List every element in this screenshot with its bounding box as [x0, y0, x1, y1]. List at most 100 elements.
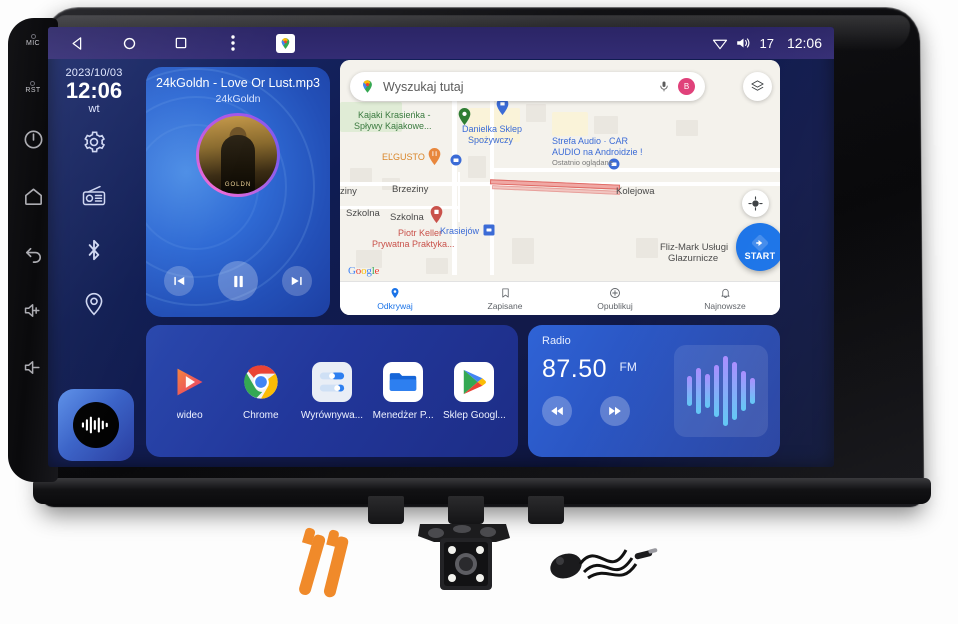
map-layers-button[interactable]: [743, 72, 772, 101]
wifi-icon: [713, 39, 728, 49]
reset-button-label: RST: [25, 87, 41, 94]
settings-icon[interactable]: [81, 129, 107, 155]
app-label: Wyrównywa...: [300, 409, 364, 421]
external-microphone: [540, 520, 660, 596]
map-search-bar[interactable]: Wyszukaj tutaj B: [350, 72, 705, 101]
chrome-icon: [241, 362, 281, 402]
map-pin-pharmacy[interactable]: [430, 206, 443, 223]
app-wyrownywanie[interactable]: Wyrównywa...: [300, 361, 364, 421]
maps-icon[interactable]: [276, 33, 295, 53]
radio-equalizer: [674, 345, 768, 437]
map-pin-restaurant[interactable]: [428, 148, 441, 165]
voice-assistant-icon[interactable]: [73, 402, 119, 448]
power-icon: [24, 130, 42, 149]
app-chrome[interactable]: Chrome: [229, 362, 293, 421]
map-nav-label: Odkrywaj: [377, 300, 413, 311]
map-label: Kajaki Krasieńka -: [358, 110, 431, 120]
power-button[interactable]: [22, 128, 45, 151]
app-sklep-google-play[interactable]: Sklep Googl...: [442, 361, 506, 421]
app-wideo[interactable]: wideo: [158, 362, 222, 421]
bookmark-icon: [501, 287, 509, 298]
track-artist: 24kGoldn: [215, 93, 261, 105]
home-icon[interactable]: [120, 34, 138, 52]
rewind-icon: [551, 406, 563, 416]
mic-hole-icon: [30, 34, 36, 39]
equalizer-settings-icon: [311, 361, 352, 402]
home-icon: [24, 188, 42, 205]
map-station-marker[interactable]: [483, 224, 495, 236]
map-nav-label: Opublikuj: [597, 300, 633, 311]
map-nav-odkrywaj[interactable]: Odkrywaj: [340, 287, 450, 311]
radio-icon[interactable]: [81, 183, 107, 209]
app-label: Chrome: [242, 409, 279, 421]
map-label: Szkolna: [346, 208, 380, 219]
layers-icon: [751, 80, 764, 91]
volume-up-button[interactable]: [22, 299, 45, 322]
dock-clock[interactable]: 2023/10/03 12:06 wt: [65, 67, 122, 115]
map-shop-marker[interactable]: [450, 154, 462, 166]
map-label: Glazurnicze: [668, 253, 719, 264]
album-art: GOLDN: [196, 113, 280, 197]
location-icon[interactable]: [81, 291, 107, 317]
recents-icon[interactable]: [172, 34, 190, 52]
map-label: Brzeziny: [392, 184, 429, 195]
home-button[interactable]: [22, 185, 45, 208]
avatar[interactable]: B: [678, 78, 695, 95]
app-menedzer-plikow[interactable]: Menedżer P...: [371, 361, 435, 421]
bluetooth-icon[interactable]: [81, 237, 107, 263]
map-pin-green[interactable]: [458, 108, 471, 125]
back-button[interactable]: [22, 242, 45, 265]
map-label: Strefa Audio · CAR: [552, 136, 629, 146]
voice-assistant-panel[interactable]: [58, 389, 134, 461]
my-location-button[interactable]: [742, 190, 769, 217]
map-nav-opublikuj[interactable]: Opublikuj: [560, 287, 670, 311]
reset-button[interactable]: RST: [25, 81, 40, 94]
next-track-button[interactable]: [282, 266, 312, 296]
volume-up-icon: [24, 303, 40, 318]
start-navigation-button[interactable]: START: [736, 223, 780, 271]
mic-button[interactable]: MIC: [26, 34, 40, 47]
video-player-icon: [170, 362, 210, 402]
pause-icon: [233, 275, 243, 287]
radio-card[interactable]: Radio 87.50 FM: [528, 325, 780, 457]
next-icon: [291, 276, 302, 286]
mic-icon[interactable]: [658, 79, 670, 94]
rear-view-camera: [410, 516, 520, 600]
android-nav-bar: [68, 33, 295, 53]
album-art-text: GOLDN: [224, 182, 252, 188]
reset-hole-icon: [30, 81, 36, 86]
google-maps-card[interactable]: Kajaki Krasieńka - Spływy Kajakowe... Da…: [340, 60, 780, 315]
map-label: Spływy Kajakowe...: [354, 121, 432, 131]
maps-pin-icon: [363, 80, 372, 93]
android-status-bar: 17 12:06: [48, 27, 834, 59]
music-player-card[interactable]: 24kGoldn - Love Or Lust.mp3 24kGoldn GOL…: [146, 67, 330, 317]
map-label: EĽGUSTO: [382, 152, 425, 162]
back-icon[interactable]: [68, 34, 86, 52]
play-store-icon: [454, 361, 495, 402]
navigation-arrow-icon: [751, 234, 769, 251]
map-label: Spożywczy: [468, 135, 514, 145]
previous-track-button[interactable]: [164, 266, 194, 296]
map-label: Fliz-Mark Usługi: [660, 242, 729, 253]
mounting-clip: [368, 496, 404, 524]
play-pause-button[interactable]: [218, 261, 258, 301]
my-location-icon: [748, 196, 763, 211]
map-nav-label: Najnowsze: [704, 300, 746, 311]
radio-frequency: 87.50: [542, 355, 608, 383]
search-input[interactable]: Wyszukaj tutaj: [383, 80, 650, 94]
pry-tools: [297, 526, 400, 599]
track-title: 24kGoldn - Love Or Lust.mp3: [156, 76, 320, 90]
app-label: Sklep Googl...: [442, 409, 506, 421]
overflow-icon[interactable]: [224, 34, 242, 52]
map-label: Krasiejów: [440, 226, 480, 236]
map-label: Ostatnio oglądane: [552, 158, 613, 167]
dock-weekday: wt: [88, 102, 100, 115]
apps-shortcut-card: wideo Chrome Wyrównywa... Menedżer P... …: [146, 325, 518, 457]
map-label: ziny: [340, 186, 357, 197]
volume-down-button[interactable]: [22, 356, 45, 379]
touchscreen[interactable]: 17 12:06 2023/10/03 12:06 wt 24kGoldn - …: [48, 27, 834, 467]
radio-rewind-button[interactable]: [542, 396, 572, 426]
map-nav-zapisane[interactable]: Zapisane: [450, 287, 560, 311]
map-nav-najnowsze[interactable]: Najnowsze: [670, 287, 780, 311]
radio-forward-button[interactable]: [600, 396, 630, 426]
